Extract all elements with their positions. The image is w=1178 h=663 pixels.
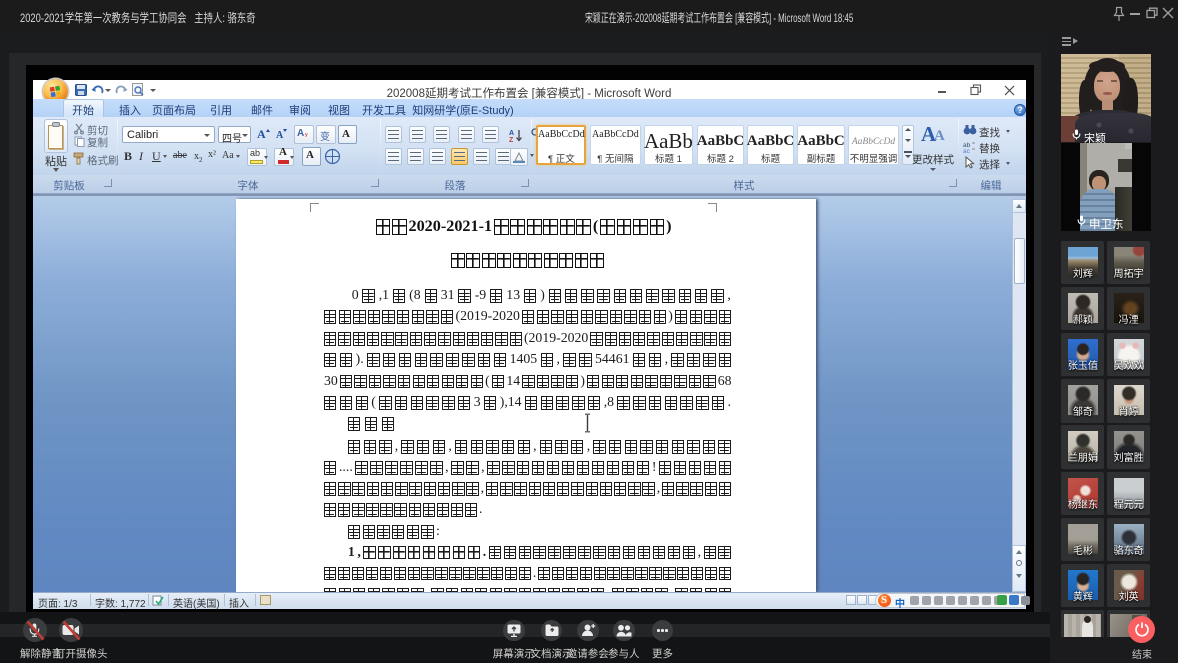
svg-text:ac: ac — [963, 148, 971, 155]
svg-text:Z: Z — [509, 137, 514, 144]
svg-text:A: A — [509, 130, 514, 137]
